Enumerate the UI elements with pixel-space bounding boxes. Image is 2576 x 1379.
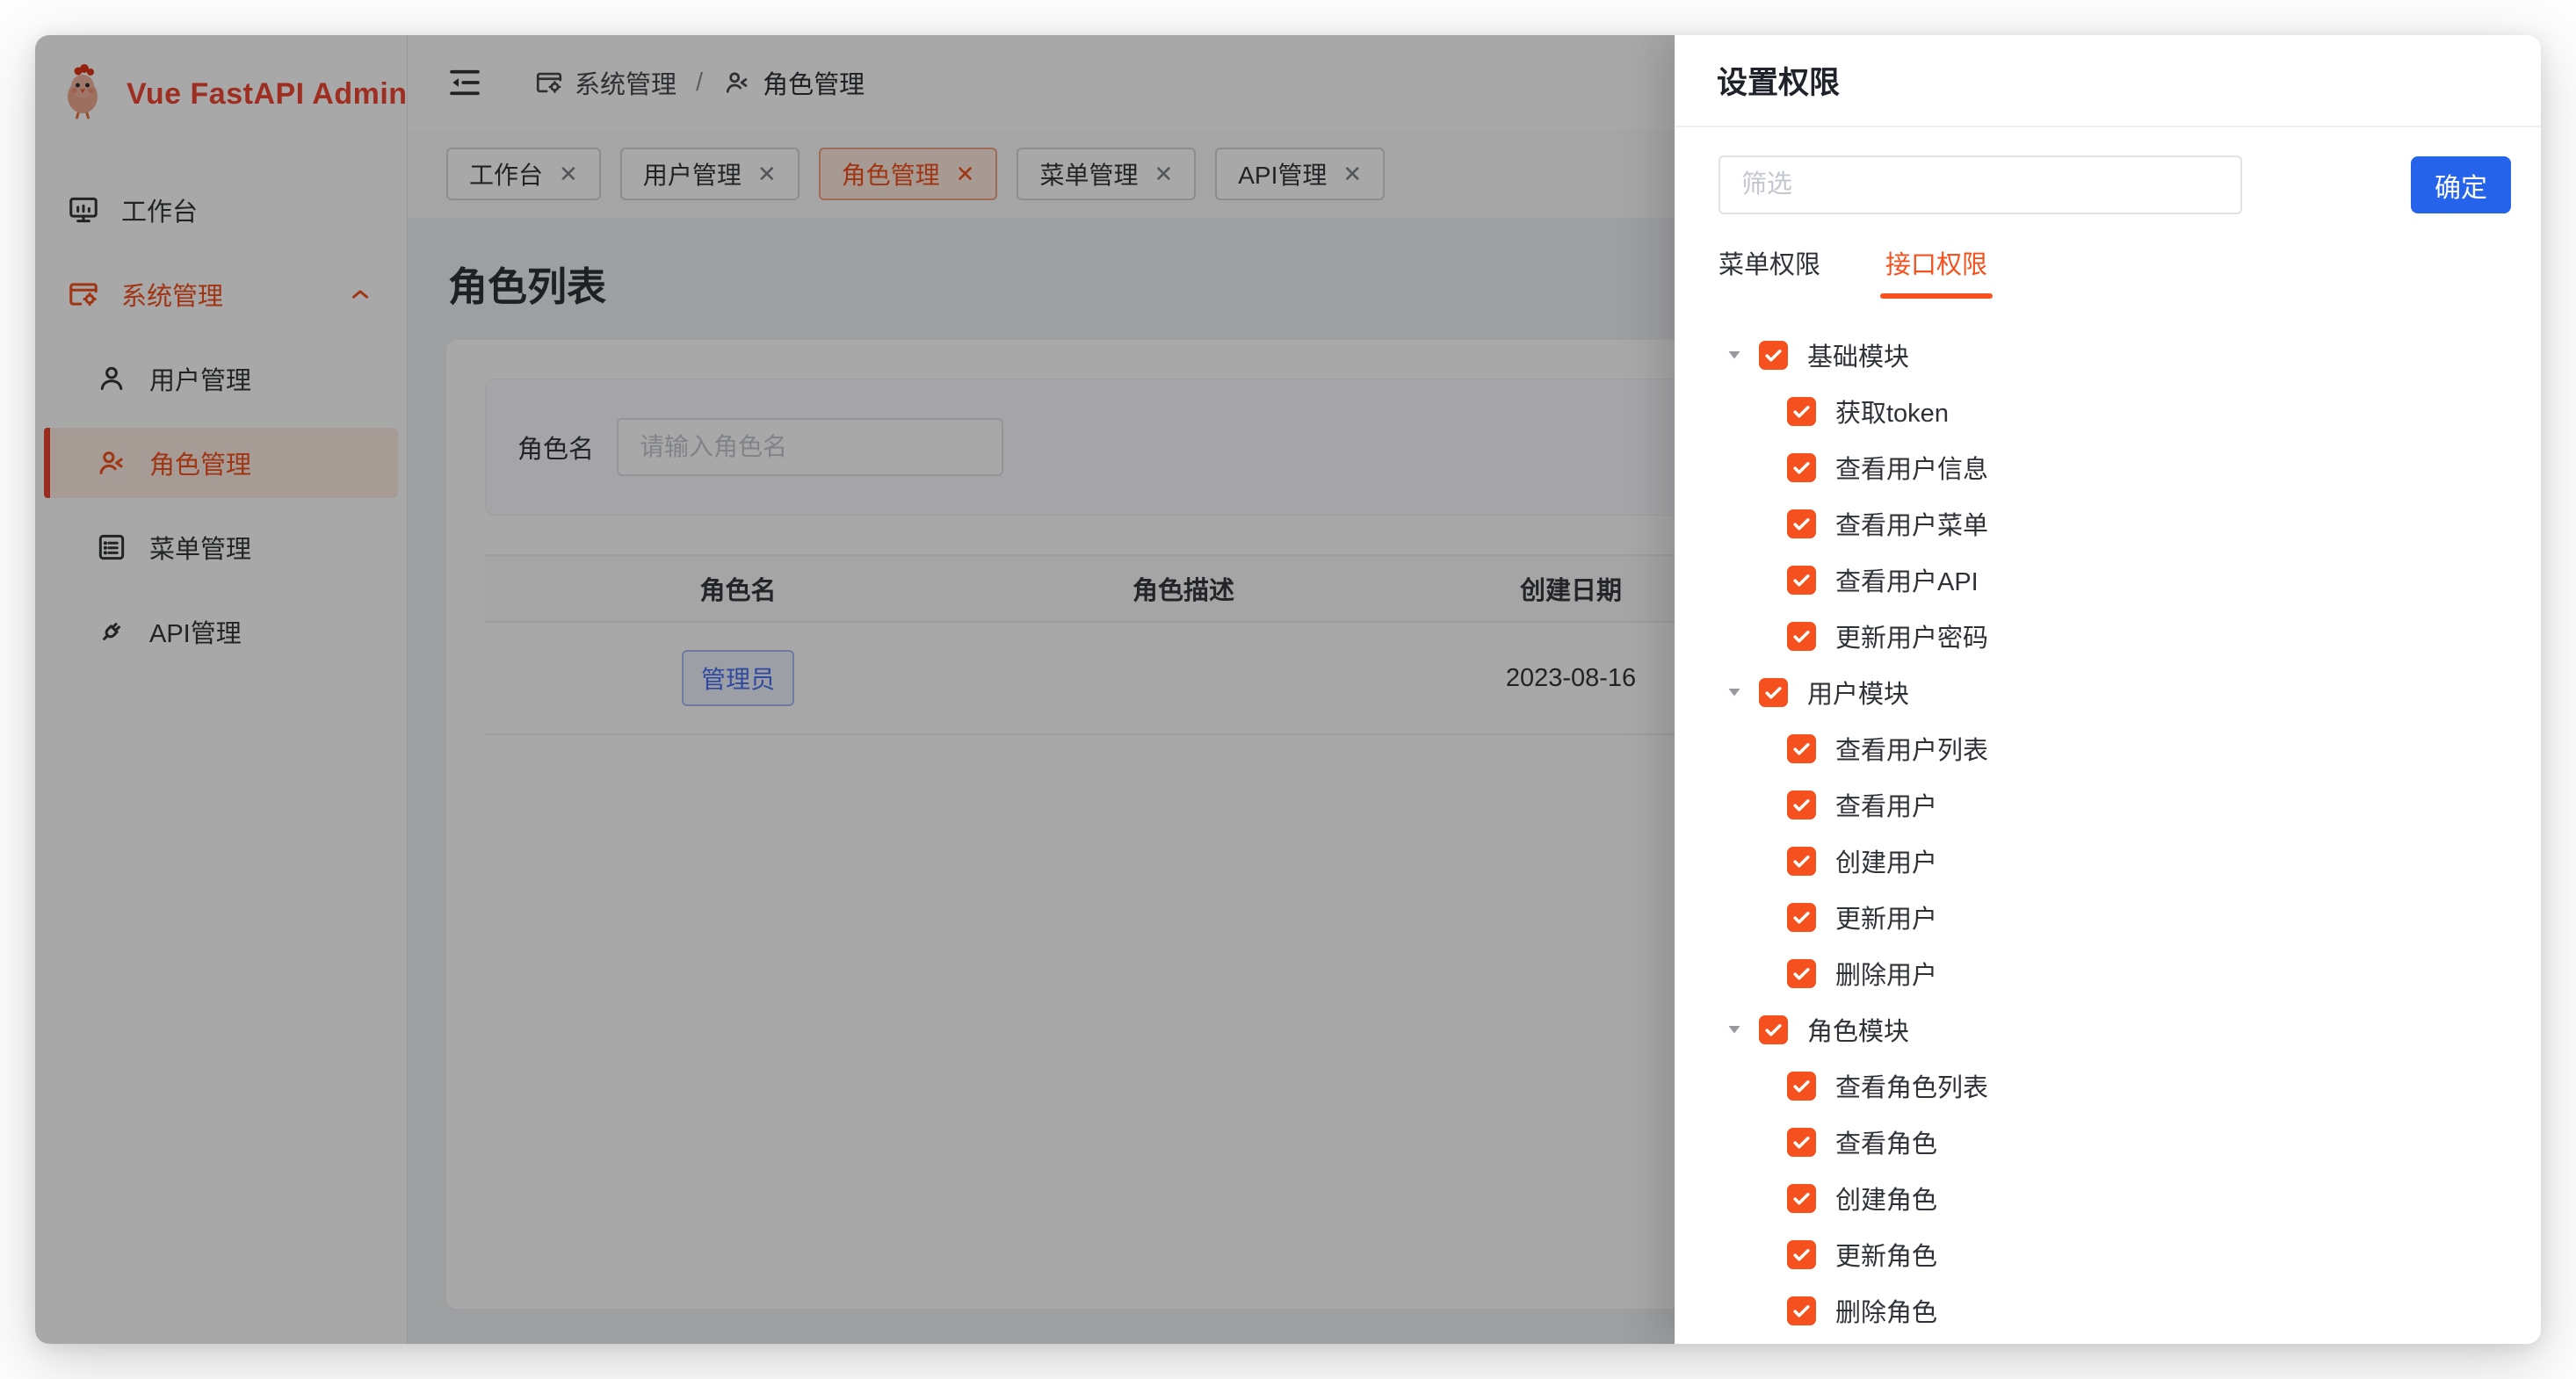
tree-node-用户模块[interactable]: 用户模块 xyxy=(1719,664,2511,720)
checkbox-checked[interactable] xyxy=(1787,959,1816,988)
confirm-button[interactable]: 确定 xyxy=(2411,156,2511,213)
tree-node-查看用户菜单[interactable]: 查看用户菜单 xyxy=(1719,495,2511,552)
permission-tabs: 菜单权限 接口权限 xyxy=(1719,244,2511,299)
tree-node-更新角色[interactable]: 更新角色 xyxy=(1719,1226,2511,1282)
checkbox-checked[interactable] xyxy=(1759,341,1788,370)
caret-down-icon[interactable] xyxy=(1726,683,1743,701)
filter-row: 确定 xyxy=(1719,155,2511,214)
checkbox-checked[interactable] xyxy=(1787,1072,1816,1101)
checkbox-checked[interactable] xyxy=(1787,903,1816,932)
caret-down-icon[interactable] xyxy=(1726,1021,1743,1038)
perm-tab-接口权限[interactable]: 接口权限 xyxy=(1885,244,1987,299)
tree-node-删除角色[interactable]: 删除角色 xyxy=(1719,1282,2511,1339)
drawer-header: 设置权限 xyxy=(1675,35,2541,127)
tree-node-创建角色[interactable]: 创建角色 xyxy=(1719,1170,2511,1226)
tree-node-查看角色[interactable]: 查看角色 xyxy=(1719,1114,2511,1170)
tree-node-创建用户[interactable]: 创建用户 xyxy=(1719,833,2511,889)
screen: Vue FastAPI Admin 工作台 系统管理 用户管理 角色管理 菜单管… xyxy=(0,0,2576,1379)
tree-node-角色模块[interactable]: 角色模块 xyxy=(1719,1001,2511,1058)
checkbox-checked[interactable] xyxy=(1787,566,1816,595)
checkbox-checked[interactable] xyxy=(1787,1296,1816,1325)
tree-node-查看用户API[interactable]: 查看用户API xyxy=(1719,552,2511,608)
checkbox-checked[interactable] xyxy=(1787,847,1816,876)
checkbox-checked[interactable] xyxy=(1759,1015,1788,1044)
tree-node-查看角色权限[interactable]: 查看角色权限 xyxy=(1719,1339,2511,1344)
permissions-drawer: 设置权限 确定 菜单权限 接口权限 基础模块 获取token 查看用户信息 查看用… xyxy=(1675,35,2541,1344)
checkbox-checked[interactable] xyxy=(1787,1240,1816,1269)
drawer-title: 设置权限 xyxy=(1717,66,1840,100)
tree-node-更新用户密码[interactable]: 更新用户密码 xyxy=(1719,608,2511,664)
tree-node-更新用户[interactable]: 更新用户 xyxy=(1719,889,2511,945)
permission-tree: 基础模块 获取token 查看用户信息 查看用户菜单 查看用户API 更新用户密… xyxy=(1719,327,2511,1344)
app-window: Vue FastAPI Admin 工作台 系统管理 用户管理 角色管理 菜单管… xyxy=(35,35,2541,1344)
perm-tab-菜单权限[interactable]: 菜单权限 xyxy=(1719,244,1820,299)
checkbox-checked[interactable] xyxy=(1787,509,1816,538)
tree-node-查看用户列表[interactable]: 查看用户列表 xyxy=(1719,720,2511,776)
tree-node-查看用户[interactable]: 查看用户 xyxy=(1719,776,2511,833)
tree-node-查看角色列表[interactable]: 查看角色列表 xyxy=(1719,1058,2511,1114)
tree-node-获取token[interactable]: 获取token xyxy=(1719,383,2511,439)
caret-down-icon[interactable] xyxy=(1726,346,1743,364)
checkbox-checked[interactable] xyxy=(1759,678,1788,707)
tree-node-基础模块[interactable]: 基础模块 xyxy=(1719,327,2511,383)
filter-input[interactable] xyxy=(1719,155,2242,214)
checkbox-checked[interactable] xyxy=(1787,1184,1816,1213)
checkbox-checked[interactable] xyxy=(1787,622,1816,651)
checkbox-checked[interactable] xyxy=(1787,1128,1816,1157)
checkbox-checked[interactable] xyxy=(1787,453,1816,482)
drawer-body: 确定 菜单权限 接口权限 基础模块 获取token 查看用户信息 查看用户菜单 查… xyxy=(1675,127,2541,1344)
tree-node-查看用户信息[interactable]: 查看用户信息 xyxy=(1719,439,2511,495)
drawer-overlay-mask[interactable] xyxy=(35,35,1675,1344)
checkbox-checked[interactable] xyxy=(1787,734,1816,763)
tree-node-删除用户[interactable]: 删除用户 xyxy=(1719,945,2511,1001)
checkbox-checked[interactable] xyxy=(1787,397,1816,426)
checkbox-checked[interactable] xyxy=(1787,791,1816,819)
